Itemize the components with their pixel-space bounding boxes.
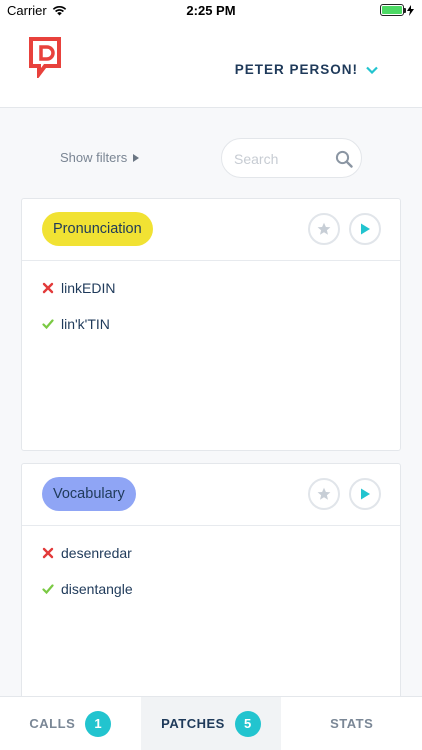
right-text: disentangle [61, 581, 133, 597]
tab-patches[interactable]: PATCHES 5 [140, 697, 282, 750]
patch-card[interactable]: Pronunciation linkEDIN lin'k'TIN [21, 198, 401, 451]
status-bar: Carrier 2:25 PM [0, 0, 422, 22]
right-text: lin'k'TIN [61, 316, 110, 332]
wrong-text: linkEDIN [61, 280, 116, 296]
patch-card-header: Vocabulary [22, 464, 400, 526]
caret-right-icon [133, 153, 140, 162]
patch-card-header: Pronunciation [22, 199, 400, 261]
wrong-entry: linkEDIN [42, 277, 380, 299]
show-filters-toggle[interactable]: Show filters [60, 150, 140, 165]
patch-card[interactable]: Vocabulary desenredar disentangle [21, 463, 401, 703]
star-icon [317, 222, 331, 235]
bottom-tab-bar: CALLS 1 PATCHES 5 STATS [0, 696, 422, 750]
show-filters-label: Show filters [60, 150, 128, 165]
star-button[interactable] [308, 213, 340, 245]
play-button[interactable] [349, 478, 381, 510]
app-logo-icon[interactable] [28, 36, 68, 78]
cross-icon [42, 282, 54, 294]
user-name: PETER PERSON! [234, 62, 358, 77]
right-entry: disentangle [42, 578, 380, 600]
patch-entries: linkEDIN lin'k'TIN [22, 261, 400, 365]
check-icon [42, 584, 54, 595]
right-entry: lin'k'TIN [42, 313, 380, 335]
check-icon [42, 319, 54, 330]
star-icon [317, 487, 331, 500]
charging-icon [407, 4, 414, 16]
category-tag: Pronunciation [42, 212, 153, 246]
tab-label: PATCHES [161, 716, 225, 731]
search-icon[interactable] [335, 150, 353, 168]
play-button[interactable] [349, 213, 381, 245]
tab-label: CALLS [29, 716, 76, 731]
count-badge: 1 [85, 710, 112, 737]
tab-calls[interactable]: CALLS 1 [0, 697, 141, 750]
tab-stats[interactable]: STATS [281, 697, 422, 750]
battery-icon [380, 4, 406, 16]
search-box[interactable] [221, 138, 362, 178]
category-tag: Vocabulary [42, 477, 136, 511]
status-time: 2:25 PM [186, 3, 236, 18]
wrong-text: desenredar [61, 545, 132, 561]
status-right [380, 4, 414, 16]
chevron-down-icon [366, 66, 378, 74]
cross-icon [42, 547, 54, 559]
app-header: PETER PERSON! [0, 22, 422, 108]
user-menu[interactable]: PETER PERSON! [235, 62, 378, 77]
count-badge: 5 [234, 710, 261, 737]
play-icon [361, 223, 370, 235]
wrong-entry: desenredar [42, 542, 380, 564]
play-icon [361, 488, 370, 500]
search-input[interactable] [234, 148, 334, 170]
patch-entries: desenredar disentangle [22, 526, 400, 630]
star-button[interactable] [308, 478, 340, 510]
tab-label: STATS [330, 716, 374, 731]
